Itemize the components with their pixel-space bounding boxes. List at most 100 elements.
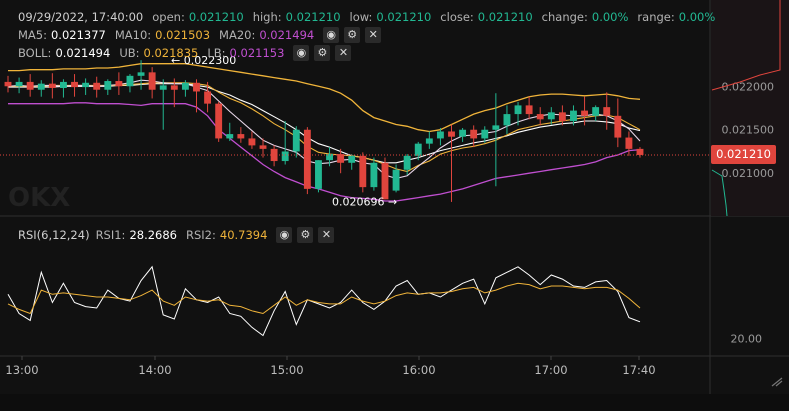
high-value: 0.021210 — [285, 10, 341, 24]
high-label: high: — [252, 10, 282, 24]
lb-label: LB: — [207, 46, 226, 60]
close-label: close: — [440, 10, 474, 24]
candle-body — [581, 110, 588, 116]
candle-body — [348, 155, 356, 163]
change-value: 0.00% — [591, 10, 629, 24]
low-annotation: 0.020696 → — [332, 196, 397, 209]
change-label: change: — [541, 10, 588, 24]
candle-body — [492, 125, 500, 130]
candle-body — [636, 148, 644, 155]
candle-body — [48, 83, 56, 88]
candle-body — [536, 114, 544, 120]
time-tick-label: 13:00 — [5, 363, 38, 377]
candle-body — [82, 82, 90, 88]
low-label: low: — [349, 10, 373, 24]
candle-body — [159, 85, 167, 90]
rsi1-label: RSI1: — [95, 228, 126, 242]
candle-body — [303, 129, 311, 189]
ma10-value: 0.021503 — [155, 28, 211, 42]
rsi1-value: 28.2686 — [129, 228, 177, 242]
boll-legend: BOLL: 0.021494 UB: 0.021835 LB: 0.021153… — [18, 44, 356, 62]
candle-body — [337, 154, 345, 163]
candle-body — [170, 85, 178, 90]
rsi2-value: 40.7394 — [219, 228, 268, 242]
candle-body — [436, 131, 444, 139]
candle-body — [259, 145, 267, 149]
candle-body — [403, 155, 411, 170]
open-label: open: — [152, 10, 185, 24]
price-tick-label: 0.021000 — [722, 167, 775, 180]
eye-icon[interactable]: ◉ — [293, 45, 310, 61]
gear-icon[interactable]: ⚙ — [344, 27, 361, 43]
candle-body — [558, 112, 566, 122]
time-tick-label: 15:00 — [270, 363, 303, 377]
candle-body — [514, 105, 522, 115]
candle-body — [603, 107, 611, 116]
chart-window: OKX 0.022000 0.021500 0.021000 ← 0.022300 0.0… — [0, 0, 789, 411]
bottom-bar — [0, 394, 789, 411]
candle-body — [26, 81, 34, 90]
price-tick-label: 0.022000 — [722, 80, 775, 93]
candle-body — [470, 129, 478, 139]
time-tick-label: 17:00 — [534, 363, 567, 377]
range-value: 0.00% — [678, 10, 716, 24]
candle-body — [15, 81, 23, 87]
boll-lower-line — [8, 102, 641, 202]
ub-label: UB: — [119, 46, 140, 60]
price-tick-label: 0.021500 — [722, 124, 775, 137]
boll-value: 0.021494 — [55, 46, 111, 60]
candle-body — [104, 81, 112, 90]
gear-icon[interactable]: ⚙ — [314, 45, 331, 61]
candle-body — [547, 112, 555, 120]
candle-body — [459, 129, 467, 137]
close-icon[interactable]: ✕ — [318, 227, 335, 243]
gear-icon[interactable]: ⚙ — [297, 227, 314, 243]
ma20-value: 0.021494 — [259, 28, 315, 42]
close-icon[interactable]: ✕ — [365, 27, 382, 43]
ma10-label: MA10: — [114, 28, 152, 42]
open-value: 0.021210 — [188, 10, 244, 24]
eye-icon[interactable]: ◉ — [323, 27, 340, 43]
time-tick-label: 17:40 — [622, 363, 655, 377]
candle-body — [359, 155, 367, 188]
ma5-value: 0.021377 — [50, 28, 106, 42]
boll-upper-line — [8, 63, 641, 133]
ma-legend: MA5: 0.021377 MA10: 0.021503 MA20: 0.021… — [18, 26, 386, 44]
candle-body — [71, 81, 78, 88]
resize-handle-icon — [771, 377, 783, 387]
candle-body — [392, 169, 400, 191]
lb-value: 0.021153 — [229, 46, 285, 60]
candle-body — [137, 72, 145, 76]
candle-body — [148, 72, 156, 90]
eye-icon[interactable]: ◉ — [276, 227, 293, 243]
candle-body — [115, 81, 123, 87]
candle-body — [503, 114, 511, 126]
ma20-label: MA20: — [219, 28, 256, 42]
low-value: 0.021210 — [376, 10, 432, 24]
candle-body — [281, 151, 289, 162]
ohlc-header: 09/29/2022, 17:40:00 open: 0.021210 high… — [18, 8, 724, 26]
rsi1-line — [7, 265, 641, 337]
header-datetime: 09/29/2022, 17:40:00 — [18, 10, 144, 24]
range-label: range: — [637, 10, 675, 24]
close-icon[interactable]: ✕ — [335, 45, 352, 61]
rsi-legend: RSI(6,12,24) RSI1: 28.2686 RSI2: 40.7394… — [18, 226, 339, 244]
close-value: 0.021210 — [477, 10, 533, 24]
candle-body — [381, 162, 389, 200]
candle-body — [248, 138, 256, 146]
ub-value: 0.021835 — [143, 46, 199, 60]
candle-body — [237, 134, 245, 139]
time-tick-label: 14:00 — [138, 363, 171, 377]
candle-body — [592, 107, 600, 116]
candle-body — [425, 138, 433, 144]
candle-body — [126, 75, 134, 87]
candle-body — [193, 82, 200, 92]
boll-label: BOLL: — [18, 46, 52, 60]
candle-body — [226, 134, 234, 139]
candle-body — [292, 129, 300, 152]
candle-body — [4, 81, 12, 87]
candle-body — [625, 137, 633, 149]
candle-body — [315, 160, 322, 189]
candle-body — [215, 103, 223, 139]
candle-body — [37, 83, 45, 90]
